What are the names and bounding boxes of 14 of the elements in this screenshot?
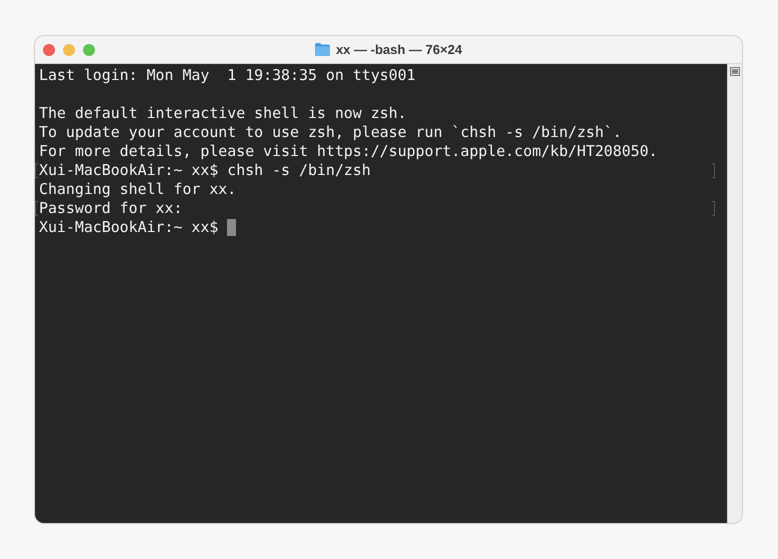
minimize-button[interactable] <box>63 44 75 56</box>
terminal-line: For more details, please visit https://support.apple.com/kb/HT208050. <box>39 142 658 161</box>
close-button[interactable] <box>43 44 55 56</box>
terminal-line: The default interactive shell is now zsh. <box>39 104 407 123</box>
window-title: xx — -bash — 76×24 <box>336 42 462 57</box>
zoom-button[interactable] <box>83 44 95 56</box>
terminal-line: Last login: Mon May 1 19:38:35 on ttys001 <box>39 66 416 85</box>
list-icon <box>730 67 740 76</box>
terminal-line: Password for xx: <box>39 199 182 218</box>
terminal-line: Xui-MacBookAir:~ xx$ chsh -s /bin/zsh <box>39 161 371 180</box>
terminal-line: To update your account to use zsh, please run `chsh -s /bin/zsh`. <box>39 123 622 142</box>
terminal-line: Xui-MacBookAir:~ xx$ <box>39 218 218 237</box>
terminal-line: Changing shell for xx. <box>39 180 236 199</box>
folder-icon <box>314 43 330 56</box>
